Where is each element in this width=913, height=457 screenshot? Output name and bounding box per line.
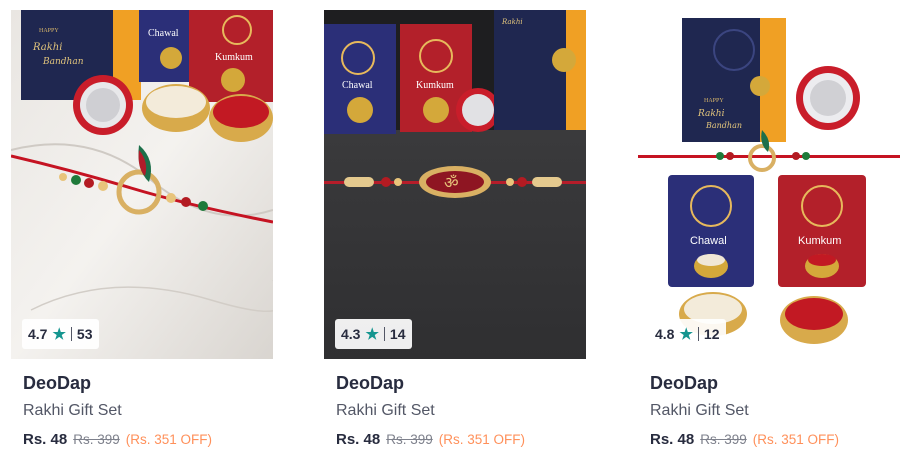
rating-value: 4.7 bbox=[28, 326, 48, 342]
rating-badge: 4.8 ★ 12 bbox=[649, 319, 726, 349]
product-grid: HAPPY Rakhi Bandhan Chawal Kumkum 4.7 ★ … bbox=[0, 0, 913, 457]
product-mrp: Rs. 399 bbox=[700, 432, 747, 447]
rating-divider bbox=[697, 327, 699, 341]
packet-kumkum-text: Kumkum bbox=[215, 52, 253, 63]
card-happy-text: HAPPY bbox=[704, 98, 724, 104]
price-row: Rs. 48 Rs. 399 (Rs. 351 OFF) bbox=[336, 431, 525, 448]
product-brand[interactable]: DeoDap bbox=[23, 373, 91, 394]
card-happy-text: HAPPY bbox=[39, 28, 59, 34]
product-card[interactable]: HAPPY Rakhi Bandhan Chawal Kumkum 4.8 ★ … bbox=[638, 10, 900, 455]
product-title[interactable]: Rakhi Gift Set bbox=[23, 402, 122, 420]
product-mrp: Rs. 399 bbox=[386, 432, 433, 447]
packet-kumkum-text: Kumkum bbox=[798, 235, 841, 247]
product-image[interactable]: HAPPY Rakhi Bandhan Chawal Kumkum 4.7 ★ … bbox=[11, 10, 273, 359]
product-brand[interactable]: DeoDap bbox=[650, 373, 718, 394]
svg-text:ॐ: ॐ bbox=[444, 173, 459, 192]
product-price: Rs. 48 bbox=[23, 431, 68, 448]
product-discount: (Rs. 351 OFF) bbox=[438, 432, 525, 447]
packet-kumkum-text: Kumkum bbox=[416, 80, 454, 91]
price-row: Rs. 48 Rs. 399 (Rs. 351 OFF) bbox=[650, 431, 839, 448]
product-price: Rs. 48 bbox=[650, 431, 695, 448]
price-row: Rs. 48 Rs. 399 (Rs. 351 OFF) bbox=[23, 431, 212, 448]
star-icon: ★ bbox=[679, 325, 693, 343]
packet-chawal-text: Chawal bbox=[148, 28, 179, 39]
card-rakhi-text: Rakhi bbox=[501, 18, 523, 26]
rating-value: 4.8 bbox=[655, 326, 675, 342]
product-image[interactable]: Chawal Kumkum Rakhi ॐ 4.3 ★ 14 bbox=[324, 10, 586, 359]
card-bandhan-text: Bandhan bbox=[42, 57, 84, 67]
card-rakhi-text: Rakhi bbox=[697, 109, 725, 119]
product-price: Rs. 48 bbox=[336, 431, 381, 448]
product-brand[interactable]: DeoDap bbox=[336, 373, 404, 394]
product-card[interactable]: Chawal Kumkum Rakhi ॐ 4.3 ★ 14 DeoDap Ra… bbox=[324, 10, 586, 455]
star-icon: ★ bbox=[365, 325, 379, 343]
card-rakhi-text: Rakhi bbox=[32, 42, 62, 53]
rating-count: 14 bbox=[389, 326, 406, 342]
product-image[interactable]: HAPPY Rakhi Bandhan Chawal Kumkum 4.8 ★ … bbox=[638, 10, 900, 359]
product-discount: (Rs. 351 OFF) bbox=[125, 432, 212, 447]
product-card[interactable]: HAPPY Rakhi Bandhan Chawal Kumkum 4.7 ★ … bbox=[11, 10, 273, 455]
card-bandhan-text: Bandhan bbox=[705, 121, 742, 130]
product-title[interactable]: Rakhi Gift Set bbox=[336, 402, 435, 420]
packet-chawal-text: Chawal bbox=[690, 235, 727, 247]
packet-chawal-text: Chawal bbox=[342, 80, 373, 91]
rating-value: 4.3 bbox=[341, 326, 361, 342]
rating-badge: 4.3 ★ 14 bbox=[335, 319, 412, 349]
rating-count: 12 bbox=[703, 326, 720, 342]
product-discount: (Rs. 351 OFF) bbox=[752, 432, 839, 447]
rating-divider bbox=[70, 327, 72, 341]
product-mrp: Rs. 399 bbox=[73, 432, 120, 447]
rating-divider bbox=[383, 327, 385, 341]
product-title[interactable]: Rakhi Gift Set bbox=[650, 402, 749, 420]
rating-count: 53 bbox=[76, 326, 93, 342]
rating-badge: 4.7 ★ 53 bbox=[22, 319, 99, 349]
star-icon: ★ bbox=[52, 325, 66, 343]
